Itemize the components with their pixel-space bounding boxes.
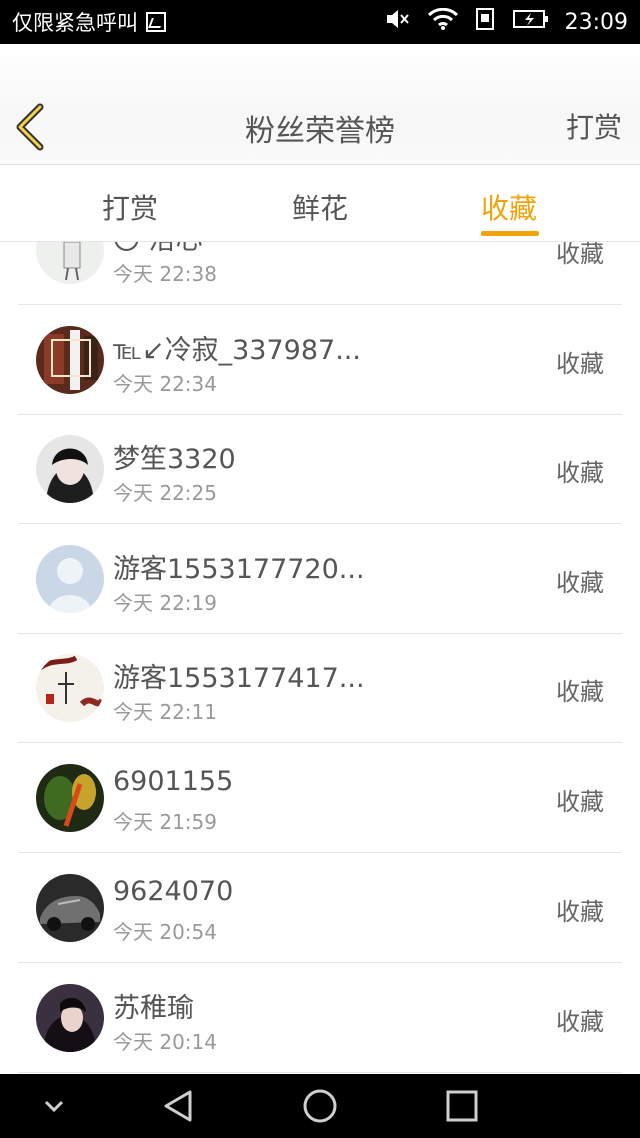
reward-button[interactable]: 打赏 [566,106,622,146]
avatar [36,326,104,394]
timestamp: 今天 22:38 [113,262,217,286]
favorite-label[interactable]: 收藏 [556,782,604,817]
timestamp: 今天 21:59 [113,810,217,834]
clock: 23:09 [564,9,628,35]
timestamp: 今天 20:14 [113,1030,217,1054]
user-name: ℡↙冷寂_337987... [113,335,361,366]
tab-flowers[interactable]: 鲜花 [292,187,348,227]
list-item[interactable]: 游客1553177720... 今天 22:19 收藏 [18,525,622,634]
back-triangle-icon[interactable] [160,1088,196,1128]
recents-square-icon[interactable] [444,1088,480,1128]
avatar [36,764,104,832]
avatar [36,654,104,722]
user-name: 梦笙3320 [113,444,236,475]
list-item[interactable]: 6901155 今天 21:59 收藏 [18,744,622,853]
timestamp: 今天 22:25 [113,481,217,505]
fan-list[interactable]: 〇 洛心 今天 22:38 收藏 ℡↙冷寂_337987... 今天 22:34… [0,242,640,1074]
top-app-bar: 粉丝荣誉榜 打赏 [0,44,640,165]
active-tab-indicator [481,231,539,236]
user-name: 〇 洛心 [113,242,203,257]
list-item[interactable]: ℡↙冷寂_337987... 今天 22:34 收藏 [18,306,622,415]
avatar [36,984,104,1052]
sim-card-icon [146,12,166,32]
timestamp: 今天 22:11 [113,700,217,724]
favorite-label[interactable]: 收藏 [556,563,604,598]
user-name: 苏稚瑜 [113,993,194,1024]
avatar [36,242,104,284]
timestamp: 今天 22:19 [113,591,217,615]
avatar [36,545,104,613]
user-name: 6901155 [113,766,234,797]
favorite-label[interactable]: 收藏 [556,453,604,488]
carrier-text: 仅限紧急呼叫 [12,11,138,35]
tab-favorites[interactable]: 收藏 [481,187,537,227]
list-item[interactable]: 游客1553177417... 今天 22:11 收藏 [18,634,622,743]
timestamp: 今天 20:54 [113,920,217,944]
tab-reward[interactable]: 打赏 [102,187,158,227]
mute-icon [385,8,411,36]
list-item[interactable]: 苏稚瑜 今天 20:14 收藏 [18,964,622,1073]
list-item[interactable]: 〇 洛心 今天 22:38 收藏 [18,242,622,305]
page-title: 粉丝荣誉榜 [245,114,395,149]
avatar [36,874,104,942]
home-circle-icon[interactable] [302,1088,338,1128]
status-bar: 仅限紧急呼叫 23:09 [0,0,640,44]
list-item[interactable]: 梦笙3320 今天 22:25 收藏 [18,415,622,524]
timestamp: 今天 22:34 [113,372,217,396]
list-item[interactable]: 9624070 今天 20:54 收藏 [18,854,622,963]
tab-bar: 打赏 鲜花 收藏 [0,165,640,242]
favorite-label[interactable]: 收藏 [556,344,604,379]
user-name: 游客1553177720... [113,554,365,585]
favorite-label[interactable]: 收藏 [556,1002,604,1037]
battery-charging-icon [512,8,549,36]
favorite-label[interactable]: 收藏 [556,672,604,707]
avatar [36,435,104,503]
data-saver-icon [475,7,497,37]
user-name: 9624070 [113,876,234,907]
user-name: 游客1553177417... [113,663,365,694]
favorite-label[interactable]: 收藏 [556,242,604,269]
wifi-icon [427,7,459,36]
system-nav-bar [0,1074,640,1138]
favorite-label[interactable]: 收藏 [556,892,604,927]
chevron-down-icon[interactable] [40,1096,68,1120]
